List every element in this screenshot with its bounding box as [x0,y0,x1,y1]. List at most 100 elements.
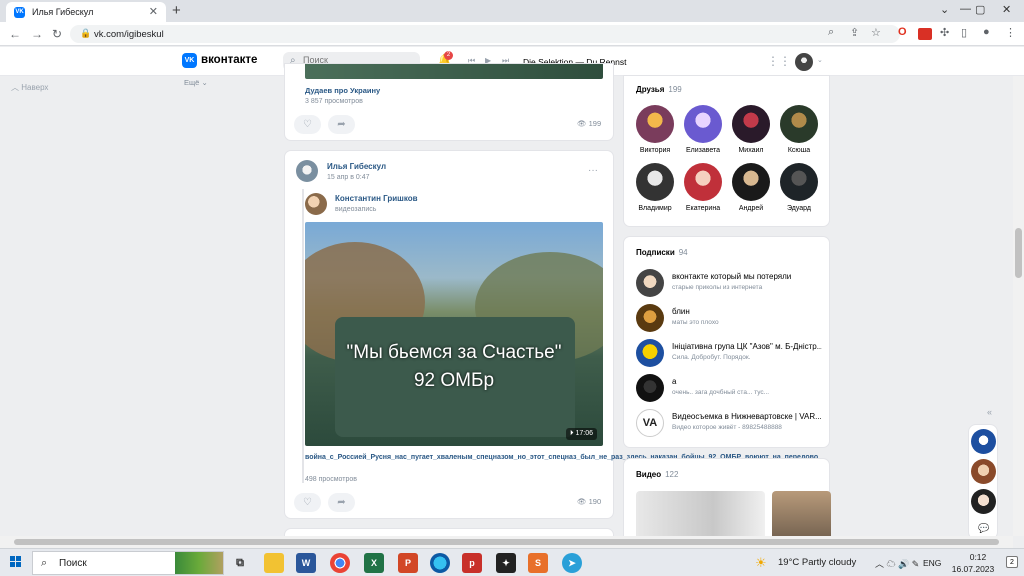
like-button[interactable]: ♡ [294,493,321,512]
heart-icon: ♡ [303,497,312,508]
minimize-button[interactable]: — [960,3,971,15]
apps-grid-icon[interactable]: ⋮⋮ [767,54,791,68]
repost-author-avatar[interactable] [305,193,327,215]
sidepanel-icon[interactable]: ▯ [961,26,967,39]
vertical-scrollbar[interactable] [1013,76,1024,536]
share-icon[interactable]: ⇪ [850,26,859,39]
friend-avatar [780,105,818,143]
zoom-icon[interactable]: ⌕ [828,26,834,39]
clock-date[interactable]: 16.07.2023 [948,564,998,574]
like-button[interactable]: ♡ [294,115,321,134]
chevron-down-icon[interactable]: ⌄ [817,56,823,64]
profile-icon[interactable]: ● [983,26,990,38]
bookmark-star-icon[interactable]: ☆ [871,26,881,39]
weather-icon[interactable]: ☀ [755,555,767,571]
video-title[interactable]: Дудаев про Украину [305,86,380,95]
new-tab-button[interactable]: + [172,2,181,19]
tab-close-icon[interactable]: ✕ [149,5,158,18]
edge-app-icon[interactable] [430,553,450,573]
friend-item[interactable]: Владимир [633,163,677,212]
friend-item[interactable]: Елизавета [681,105,725,154]
share-button[interactable]: ➦ [328,115,355,134]
more-menu-button[interactable]: Ещё ⌄ [184,78,208,87]
vk-logo-text[interactable]: вконтакте [201,54,257,66]
task-view-icon[interactable]: ⧉ [230,553,250,573]
video-title[interactable]: война_с_Россией_Русня_нас_пугает_хвалены… [305,452,818,464]
video-thumbnail-partial[interactable] [305,64,603,79]
subscription-item[interactable]: вконтакте который мы потеряли старые прик… [636,269,826,299]
extensions-puzzle-icon[interactable]: ✣ [940,26,949,39]
close-window-button[interactable]: ✕ [1002,3,1011,16]
post-author[interactable]: Илья Гибескул [327,162,386,171]
friend-item[interactable]: Михаил [729,105,773,154]
subscription-item[interactable]: VA Видеосъемка в Нижневартовске | VAR... В… [636,409,826,439]
vk-logo-icon[interactable]: VK [182,53,197,68]
reload-button[interactable]: ↻ [52,27,62,41]
friend-name: Андрей [738,205,764,212]
system-tray-icons[interactable]: ︿ ☁ 🔊 ✎ [875,557,919,570]
extension-icon[interactable] [918,28,932,40]
weather-text[interactable]: 19°C Partly cloudy [778,557,856,568]
forward-button[interactable]: → [31,27,43,41]
repost-author[interactable]: Константин Гришков [335,194,418,203]
maximize-button[interactable]: ▢ [975,3,985,16]
excel-app-icon[interactable]: X [364,553,384,573]
windows-start-icon[interactable] [10,556,22,568]
subscription-desc: Сила. Добробут. Порядок. [672,354,751,361]
s-app-icon[interactable]: S [528,553,548,573]
address-bar[interactable]: 🔒 vk.com/igibeskul [70,25,900,43]
taskbar-search[interactable]: ⌕ Поиск [32,551,224,575]
powerpoint-app-icon[interactable]: P [398,553,418,573]
opera-extension-icon[interactable]: O [898,26,907,38]
p-app-icon[interactable]: p [462,553,482,573]
scrollbar-thumb[interactable] [1015,228,1022,278]
chat-avatar[interactable] [971,429,996,454]
video-player[interactable]: "Мы бьемся за Счастье" 92 ОМБр ⏵ 17:06 [305,222,603,446]
chat-avatar[interactable] [971,459,996,484]
language-indicator[interactable]: ENG [923,558,941,568]
scrollbar-thumb[interactable] [14,539,999,545]
videos-title[interactable]: Видео 122 [636,470,678,479]
game-app-icon[interactable]: ✦ [496,553,516,573]
browser-menu-icon[interactable]: ⋮ [1005,26,1016,39]
subscriptions-block: Подписки 94 вконтакте который мы потеряли… [623,236,830,448]
subscription-item[interactable]: Ініціативна група ЦК "Азов" м. Б-Дністр.… [636,339,826,369]
chat-bubble-icon[interactable]: 💬 [978,523,989,534]
friend-item[interactable]: Ксюша [777,105,821,154]
video-caption: 92 ОМБр [413,370,495,391]
post-menu-icon[interactable]: ··· [588,165,598,176]
chevron-down-icon: ⌄ [201,78,208,87]
horizontal-scrollbar[interactable] [0,536,1013,548]
friend-avatar [732,163,770,201]
browser-tab[interactable]: VK Илья Гибескул ✕ [6,2,166,22]
share-arrow-icon: ➦ [337,119,346,130]
chat-avatar[interactable] [971,489,996,514]
word-app-icon[interactable]: W [296,553,316,573]
friend-item[interactable]: Эдуард [777,163,821,212]
clock-time[interactable]: 0:12 [958,552,998,562]
back-button[interactable]: ← [9,27,21,41]
more-label: Ещё [184,78,200,87]
author-avatar[interactable] [296,160,318,182]
friend-item[interactable]: Виктория [633,105,677,154]
chevron-down-icon[interactable]: ⌄ [940,3,949,16]
friends-title[interactable]: Друзья 199 [636,85,682,94]
file-explorer-icon[interactable] [264,553,284,573]
post-date[interactable]: 15 апр в 0:47 [327,174,370,181]
chrome-app-icon[interactable] [330,553,350,573]
share-button[interactable]: ➦ [328,493,355,512]
friend-item[interactable]: Екатерина [681,163,725,212]
friend-avatar [732,105,770,143]
scroll-up-button[interactable]: ︿ Наверх [11,82,48,93]
my-avatar[interactable] [795,53,813,71]
subscription-item[interactable]: а очень.. зага дочбный ста... тус... [636,374,826,404]
subscriptions-title[interactable]: Подписки 94 [636,248,688,257]
friend-item[interactable]: Андрей [729,163,773,212]
notification-center-button[interactable]: 2 [1006,556,1018,568]
lock-icon: 🔒 [80,28,92,38]
subscription-item[interactable]: блин маты это плохо [636,304,826,334]
telegram-app-icon[interactable]: ➤ [562,553,582,573]
heart-icon: ♡ [303,119,312,130]
collapse-chats-icon[interactable]: « [987,407,992,417]
friend-name: Эдуард [786,205,811,212]
